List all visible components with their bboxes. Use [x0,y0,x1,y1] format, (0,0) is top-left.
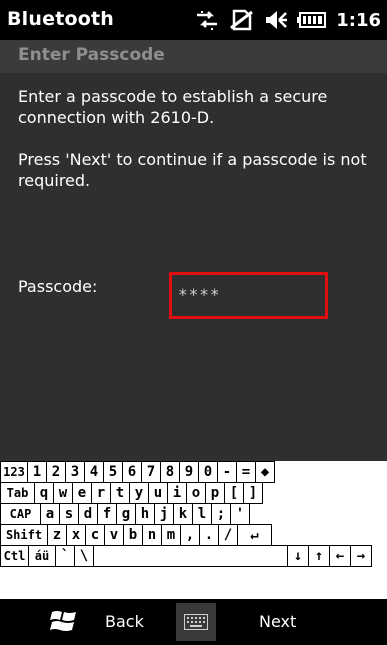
key-arrow-down[interactable]: ↓ [287,545,309,567]
key-y[interactable]: y [129,482,149,504]
key-equals[interactable]: = [236,461,256,483]
key-quote[interactable]: ' [230,503,250,525]
key-right-bracket[interactable]: ] [243,482,263,504]
key-c[interactable]: c [85,524,105,546]
key-s[interactable]: s [59,503,79,525]
keyboard-row-1: 123 1 2 3 4 5 6 7 8 9 0 - = ◆ [0,461,275,483]
key-2[interactable]: 2 [46,461,66,483]
key-arrow-left[interactable]: ← [329,545,351,567]
key-e[interactable]: e [72,482,92,504]
key-3[interactable]: 3 [65,461,85,483]
key-ctl[interactable]: Ctl [0,545,29,567]
keyboard-row-5: Ctl áü ` \ ↓ ↑ ← → [0,545,372,567]
back-button[interactable]: Back [105,612,144,631]
key-9[interactable]: 9 [179,461,199,483]
clock-time: 1:16 [336,9,381,31]
key-m[interactable]: m [161,524,181,546]
key-a[interactable]: a [40,503,60,525]
key-k[interactable]: k [173,503,193,525]
key-v[interactable]: v [104,524,124,546]
key-r[interactable]: r [91,482,111,504]
app-title: Bluetooth [7,8,115,30]
no-sim-icon [229,8,255,32]
key-d[interactable]: d [78,503,98,525]
passcode-label: Passcode: [18,277,98,296]
key-w[interactable]: w [53,482,73,504]
key-l[interactable]: l [192,503,212,525]
passcode-field[interactable]: **** [169,272,328,319]
backspace-key[interactable]: ◆ [255,461,275,483]
key-backslash[interactable]: \ [74,545,94,567]
status-bar: Bluetooth 1:16 [0,0,387,40]
page-header: Enter Passcode [0,40,387,73]
key-slash[interactable]: / [218,524,238,546]
key-1[interactable]: 1 [27,461,47,483]
key-7[interactable]: 7 [141,461,161,483]
on-screen-keyboard: 123 1 2 3 4 5 6 7 8 9 0 - = ◆ Tab q w e … [0,461,387,599]
key-i[interactable]: i [167,482,187,504]
windows-start-icon[interactable] [50,608,78,634]
skip-instruction-text: Press 'Next' to continue if a passcode i… [18,150,367,190]
volume-icon [264,9,288,31]
instruction-text: Enter a passcode to establish a secure c… [18,87,328,127]
key-p[interactable]: p [205,482,225,504]
status-icons: 1:16 [194,6,381,34]
bottom-bar: Back Next [0,599,387,645]
key-f[interactable]: f [97,503,117,525]
key-x[interactable]: x [66,524,86,546]
key-special-chars[interactable]: áü [28,545,56,567]
key-h[interactable]: h [135,503,155,525]
key-b[interactable]: b [123,524,143,546]
key-g[interactable]: g [116,503,136,525]
key-minus[interactable]: - [217,461,237,483]
key-arrow-right[interactable]: → [350,545,372,567]
key-shift[interactable]: Shift [0,524,48,546]
keyboard-row-2: Tab q w e r t y u i o p [ ] [0,482,263,504]
next-button[interactable]: Next [259,612,296,631]
key-4[interactable]: 4 [84,461,104,483]
key-caps[interactable]: CAP [0,503,41,525]
key-tab[interactable]: Tab [0,482,35,504]
content-area: Enter Passcode Enter a passcode to estab… [0,40,387,461]
key-6[interactable]: 6 [122,461,142,483]
key-123[interactable]: 123 [0,461,28,483]
battery-icon [297,11,327,29]
key-o[interactable]: o [186,482,206,504]
key-semicolon[interactable]: ; [211,503,231,525]
key-8[interactable]: 8 [160,461,180,483]
key-5[interactable]: 5 [103,461,123,483]
data-transfer-icon [194,9,220,31]
key-arrow-up[interactable]: ↑ [308,545,330,567]
key-t[interactable]: t [110,482,130,504]
key-left-bracket[interactable]: [ [224,482,244,504]
enter-key[interactable]: ↵ [237,524,272,546]
key-period[interactable]: . [199,524,219,546]
keyboard-row-3: CAP a s d f g h j k l ; ' [0,503,250,525]
key-z[interactable]: z [47,524,67,546]
key-comma[interactable]: , [180,524,200,546]
key-0[interactable]: 0 [198,461,218,483]
keyboard-toggle-icon[interactable] [176,603,216,641]
keyboard-row-4: Shift z x c v b n m , . / ↵ [0,524,272,546]
key-q[interactable]: q [34,482,54,504]
key-u[interactable]: u [148,482,168,504]
key-n[interactable]: n [142,524,162,546]
key-backtick[interactable]: ` [55,545,75,567]
key-j[interactable]: j [154,503,174,525]
page-title: Enter Passcode [18,45,165,65]
space-key[interactable] [93,545,288,567]
